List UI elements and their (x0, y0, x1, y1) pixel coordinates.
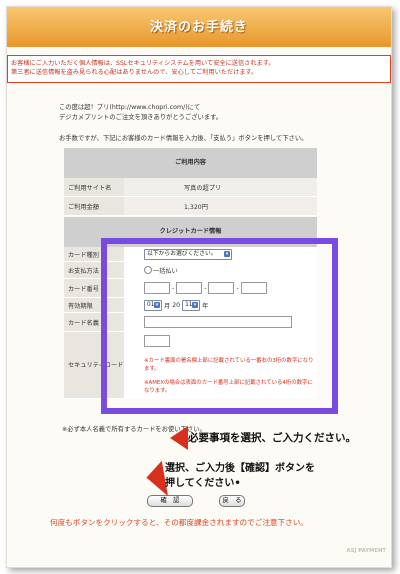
usage-row-site: ご利用サイト名 写真の超プリ (64, 178, 317, 197)
callout-line-2: 押してください• (165, 478, 241, 489)
amount-label: ご利用金額 (64, 197, 124, 215)
confirm-button[interactable]: 確 認 (147, 495, 193, 507)
callout-arrow-icon (170, 426, 188, 450)
notice-line-1: お客様にご入力いただく個人情報は、SSLセキュリティシステムを用いて安全に送信さ… (11, 60, 275, 67)
intro-line-3: お手数ですが、下記にお客様のカード情報を入力後、「支払う」ボタンを押して下さい。 (59, 135, 308, 142)
intro-line-2: デジカメプリントのご注文を頂きありがとうございます。 (59, 114, 223, 121)
intro-text: この度は超！プリ(http://www.chopri.com/)にて デジカメプ… (59, 103, 222, 123)
callout-select-input: 必要事項を選択、ご入力ください。 (188, 432, 356, 444)
page-title: 決済のお手続き (149, 20, 248, 35)
title-bar: 決済のお手続き (7, 7, 391, 47)
site-label: ご利用サイト名 (64, 178, 124, 196)
callout-line-1: 選択、ご入力後【確認】ボタンを (165, 463, 315, 474)
usage-header: ご利用内容 (64, 148, 317, 178)
site-value: 写真の超プリ (124, 178, 317, 196)
usage-table: ご利用内容 ご利用サイト名 写真の超プリ ご利用金額 1,320円 (64, 148, 317, 216)
double-click-warning: 何度もボタンをクリックすると、その都度課金されますのでご注意下さい。 (50, 518, 308, 527)
brand-logo: ASJ PAYMENT (346, 548, 387, 554)
usage-row-amount: ご利用金額 1,320円 (64, 197, 317, 216)
amount-value: 1,320円 (124, 197, 317, 215)
highlight-frame (101, 238, 338, 414)
back-button[interactable]: 戻 る (219, 495, 245, 507)
notice-line-2: 第三者に送信情報を盗み見られる心配はありませんので、安心してご利用いただけます。 (11, 69, 258, 76)
intro-line-1: この度は超！プリ(http://www.chopri.com/)にて (59, 104, 201, 111)
callout-press-confirm: 選択、ご入力後【確認】ボタンを 押してください• (165, 461, 315, 491)
ssl-notice: お客様にご入力いただく個人情報は、SSLセキュリティシステムを用いて安全に送信さ… (7, 55, 391, 83)
